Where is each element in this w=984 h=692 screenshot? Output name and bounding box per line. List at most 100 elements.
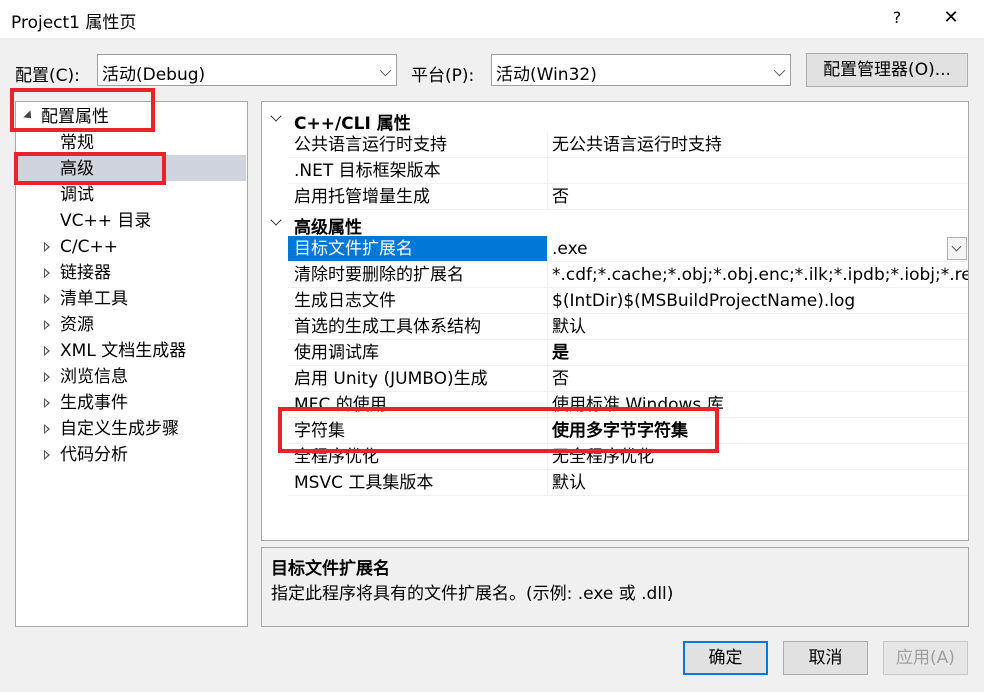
tree-item[interactable]: 代码分析	[15, 442, 245, 468]
row-gutter	[262, 366, 288, 392]
property-value[interactable]: 默认	[548, 314, 968, 340]
property-category[interactable]: C++/CLI 属性	[262, 106, 968, 134]
tree-item[interactable]: C/C++	[15, 234, 245, 260]
property-row[interactable]: MSVC 工具集版本 默认	[262, 470, 968, 496]
property-row[interactable]: 目标文件扩展名 .exe	[262, 236, 968, 262]
chevron-down-icon[interactable]	[270, 110, 282, 122]
config-dropdown[interactable]: 活动(Debug)	[97, 54, 397, 86]
tree-item-label: XML 文档生成器	[60, 341, 187, 361]
row-gutter	[262, 314, 288, 340]
collapsed-triangle-icon[interactable]	[44, 242, 50, 252]
category-label: C++/CLI 属性	[294, 114, 411, 134]
tree-item[interactable]: 自定义生成步骤	[15, 416, 245, 442]
close-button[interactable]: ✕	[938, 5, 964, 31]
description-title: 目标文件扩展名	[271, 559, 390, 579]
collapsed-triangle-icon[interactable]	[44, 346, 50, 356]
property-grid[interactable]: C++/CLI 属性 公共语言运行时支持 无公共语言运行时支持 .NET 目标框架版本…	[261, 101, 969, 541]
property-name: 启用 Unity (JUMBO)生成	[288, 366, 548, 392]
window-title: Project1 属性页	[11, 13, 137, 33]
highlight-box-advanced	[14, 152, 166, 185]
apply-button[interactable]: 应用(A)	[883, 641, 968, 675]
property-value[interactable]: 否	[548, 366, 968, 392]
collapsed-triangle-icon[interactable]	[44, 320, 50, 330]
property-value[interactable]: 无公共语言运行时支持	[548, 132, 968, 158]
tree-item-label: 调试	[60, 185, 94, 205]
configuration-manager-button[interactable]: 配置管理器(O)...	[806, 53, 968, 87]
row-gutter	[262, 470, 288, 496]
collapsed-triangle-icon[interactable]	[44, 372, 50, 382]
collapsed-triangle-icon[interactable]	[44, 424, 50, 434]
row-gutter	[262, 262, 288, 288]
row-gutter	[262, 236, 288, 262]
property-name: .NET 目标框架版本	[288, 158, 548, 184]
property-value[interactable]: 是	[548, 340, 968, 366]
ok-button[interactable]: 确定	[683, 641, 768, 675]
tree-item[interactable]: 调试	[15, 182, 245, 208]
tree-item[interactable]: VC++ 目录	[15, 208, 245, 234]
property-row[interactable]: 清除时要删除的扩展名 *.cdf;*.cache;*.obj;*.obj.enc;…	[262, 262, 968, 288]
property-value[interactable]: .exe	[548, 236, 968, 262]
chevron-down-icon[interactable]	[270, 214, 282, 226]
description-text: 指定此程序将具有的文件扩展名。(示例: .exe 或 .dll)	[271, 584, 674, 604]
config-dropdown-value: 活动(Debug)	[102, 65, 206, 85]
title-bar	[0, 0, 984, 38]
platform-label: 平台(P):	[411, 66, 475, 86]
property-name: 生成日志文件	[288, 288, 548, 314]
property-name: 使用调试库	[288, 340, 548, 366]
property-value[interactable]	[548, 158, 968, 184]
tree-item-label: 生成事件	[60, 393, 128, 413]
row-gutter	[262, 158, 288, 184]
tree-item[interactable]: 清单工具	[15, 286, 245, 312]
tree-item[interactable]: XML 文档生成器	[15, 338, 245, 364]
tree-item-label: VC++ 目录	[60, 211, 152, 231]
platform-dropdown-value: 活动(Win32)	[496, 65, 597, 85]
tree-item[interactable]: 链接器	[15, 260, 245, 286]
property-value[interactable]: 否	[548, 184, 968, 210]
chevron-down-icon	[951, 241, 962, 252]
property-value[interactable]: *.cdf;*.cache;*.obj;*.obj.enc;*.ilk;*.ip…	[548, 262, 968, 288]
row-gutter	[262, 340, 288, 366]
row-gutter	[262, 184, 288, 210]
property-row[interactable]: 使用调试库是	[262, 340, 968, 366]
value-dropdown-button[interactable]	[947, 237, 967, 260]
tree-item[interactable]: 浏览信息	[15, 364, 245, 390]
property-name: MSVC 工具集版本	[288, 470, 548, 496]
platform-dropdown[interactable]: 活动(Win32)	[491, 54, 791, 86]
collapsed-triangle-icon[interactable]	[44, 398, 50, 408]
cancel-button[interactable]: 取消	[783, 641, 868, 675]
property-name: 清除时要删除的扩展名	[288, 262, 548, 288]
tree-item[interactable]: 生成事件	[15, 390, 245, 416]
property-row[interactable]: 启用 Unity (JUMBO)生成否	[262, 366, 968, 392]
collapsed-triangle-icon[interactable]	[44, 294, 50, 304]
category-label: 高级属性	[294, 218, 362, 238]
property-row[interactable]: 首选的生成工具体系结构 默认	[262, 314, 968, 340]
property-row[interactable]: 生成日志文件 $(IntDir)$(MSBuildProjectName).log	[262, 288, 968, 314]
highlight-box-config-properties	[10, 88, 155, 132]
tree-item-label: 浏览信息	[60, 367, 128, 387]
description-panel: 目标文件扩展名 指定此程序将具有的文件扩展名。(示例: .exe 或 .dll)	[261, 547, 969, 627]
tree-item-label: 链接器	[60, 263, 111, 283]
collapsed-triangle-icon[interactable]	[44, 268, 50, 278]
property-row[interactable]: 公共语言运行时支持 无公共语言运行时支持	[262, 132, 968, 158]
property-row[interactable]: .NET 目标框架版本	[262, 158, 968, 184]
tree-item-label: C/C++	[60, 237, 118, 257]
highlight-box-character-set	[278, 407, 719, 453]
property-category[interactable]: 高级属性	[262, 210, 968, 238]
help-button[interactable]: ?	[885, 8, 909, 30]
chevron-down-icon	[379, 64, 392, 77]
tree-item-label: 清单工具	[60, 289, 128, 309]
property-name: 首选的生成工具体系结构	[288, 314, 548, 340]
property-value[interactable]: 默认	[548, 470, 968, 496]
property-row[interactable]: 启用托管增量生成否	[262, 184, 968, 210]
property-name: 公共语言运行时支持	[288, 132, 548, 158]
tree-item-label: 自定义生成步骤	[60, 419, 179, 439]
property-name: 目标文件扩展名	[288, 236, 548, 262]
config-label: 配置(C):	[15, 66, 80, 86]
chevron-down-icon	[773, 64, 786, 77]
collapsed-triangle-icon[interactable]	[44, 450, 50, 460]
tree-item-label: 资源	[60, 315, 94, 335]
property-value[interactable]: $(IntDir)$(MSBuildProjectName).log	[548, 288, 968, 314]
tree-item[interactable]: 资源	[15, 312, 245, 338]
row-gutter	[262, 132, 288, 158]
row-gutter	[262, 288, 288, 314]
